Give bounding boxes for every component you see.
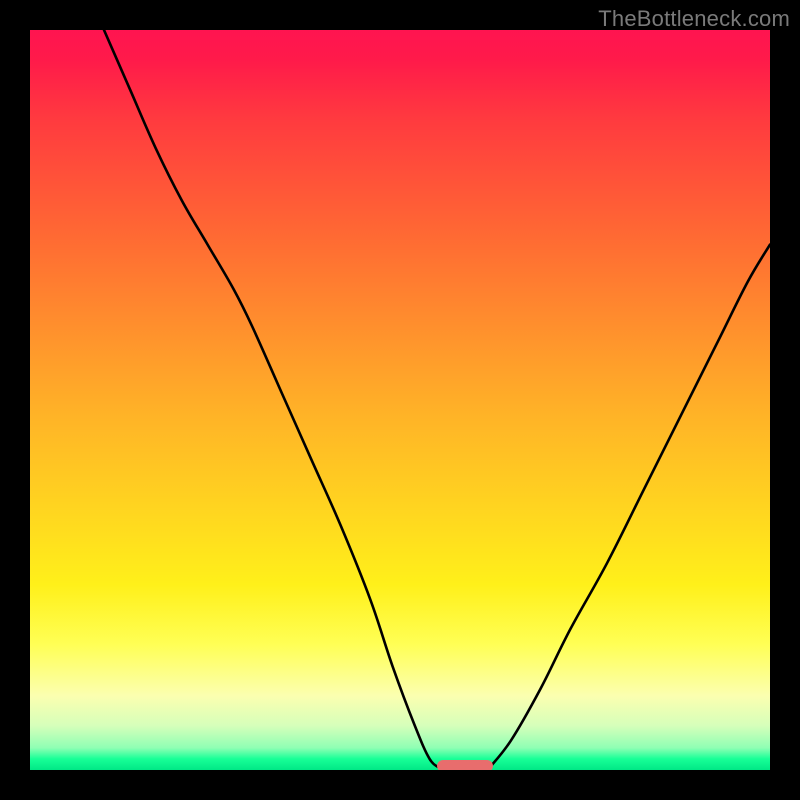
curve-layer <box>30 30 770 770</box>
watermark-text: TheBottleneck.com <box>598 6 790 32</box>
plot-area <box>30 30 770 770</box>
bottleneck-curve-left <box>104 30 441 769</box>
bottleneck-curve-right <box>489 245 770 769</box>
chart-frame: TheBottleneck.com <box>0 0 800 800</box>
optimal-range-marker <box>437 760 493 770</box>
